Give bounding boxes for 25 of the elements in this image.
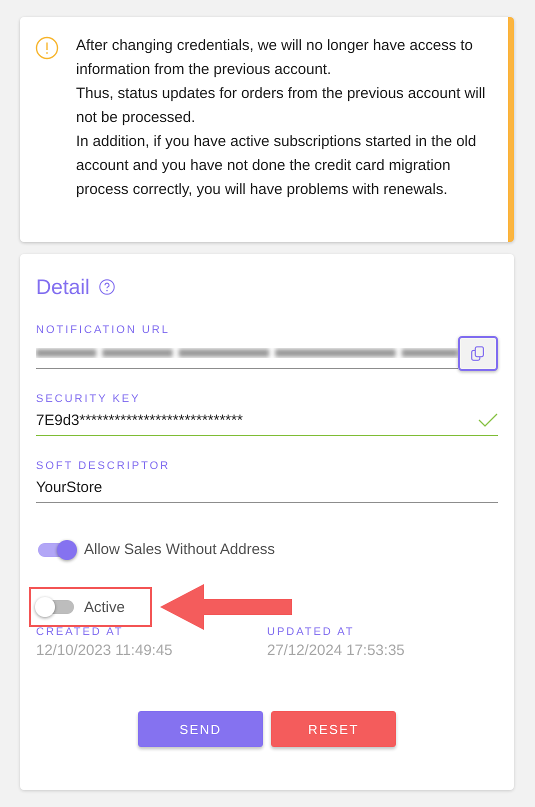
copy-button[interactable]: [458, 336, 498, 371]
help-icon[interactable]: [98, 278, 116, 296]
toggle-label: Allow Sales Without Address: [84, 541, 275, 558]
input-field[interactable]: 7E9d3****************************: [36, 405, 498, 436]
field-label: NOTIFICATION URL: [36, 324, 171, 336]
field-value: YourStore: [36, 478, 104, 496]
warning-icon: [35, 36, 59, 60]
date-value: 12/10/2023 11:49:45: [36, 642, 174, 659]
section-title: Detail: [36, 276, 90, 300]
date-value: 27/12/2024 17:53:35: [267, 642, 406, 659]
alert-message: Thus, status updates for orders from the previous account will not be processed.: [76, 84, 486, 128]
input-field[interactable]: YourStore: [36, 472, 498, 503]
check-icon: [478, 413, 498, 427]
field-label: SECURITY KEY: [36, 393, 142, 405]
date-label: UPDATED AT: [267, 626, 356, 638]
field-value: 7E9d3****************************: [36, 412, 244, 428]
alert-message: After changing credentials, we will no longer have access to information from the previous account.: [76, 36, 474, 80]
action-button[interactable]: SEND: [138, 711, 263, 747]
date-label: CREATED AT: [36, 626, 124, 638]
toggle-label: Active: [84, 598, 125, 616]
alert-message: In addition, if you have active subscriptions started in the old account and you have not done the credit card migration process correctly, you will have problems with renewals.: [76, 132, 478, 200]
copy-icon: [469, 344, 487, 362]
field-label: SOFT DESCRIPTOR: [36, 460, 172, 472]
toggle-switch[interactable]: [38, 542, 74, 556]
toggle-switch[interactable]: [38, 600, 74, 614]
